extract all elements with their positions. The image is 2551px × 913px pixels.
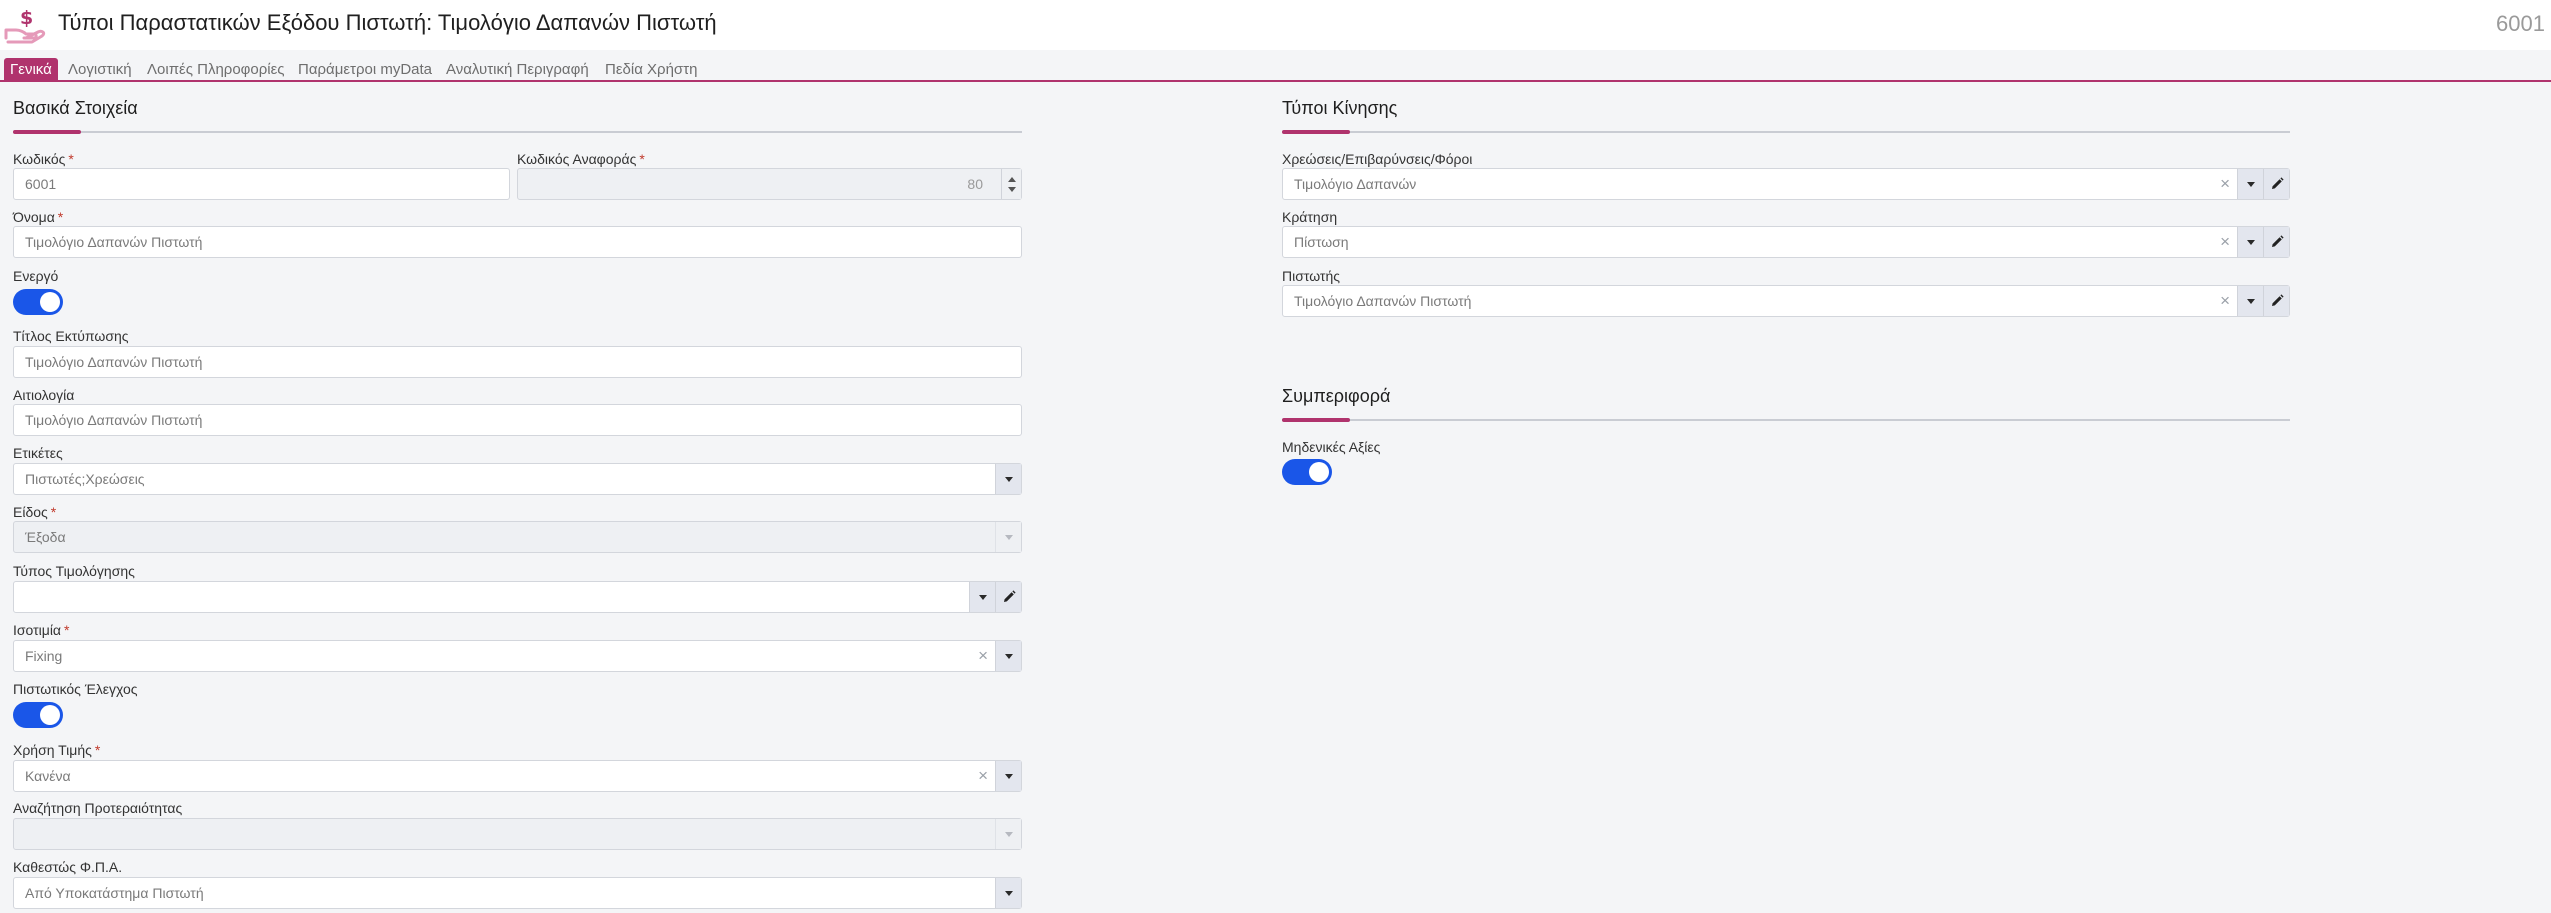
reservation-label: Κράτηση xyxy=(1282,209,1338,225)
ref-code-label: Κωδικός Αναφοράς * xyxy=(517,151,645,167)
tab-bar: Γενικά Λογιστική Λοιπές Πληροφορίες Παρά… xyxy=(0,56,2551,82)
close-icon[interactable]: × xyxy=(2220,286,2230,316)
ref-code-field[interactable]: 80 xyxy=(517,168,1022,200)
kind-select[interactable]: Έξοδα xyxy=(13,521,1022,553)
movement-section-title: Τύποι Κίνησης xyxy=(1282,98,1398,118)
code-label: Κωδικός * xyxy=(13,151,74,167)
vat-status-select[interactable]: Από Υποκατάστημα Πιστωτή xyxy=(13,877,1022,909)
print-title-field[interactable]: Τιμολόγιο Δαπανών Πιστωτή xyxy=(13,346,1022,378)
invoicing-type-select[interactable] xyxy=(13,581,1022,613)
zero-values-toggle[interactable] xyxy=(1282,459,1332,485)
tab-user-fields[interactable]: Πεδία Χρήστη xyxy=(605,58,697,82)
reason-label: Αιτιολογία xyxy=(13,387,75,403)
hand-dollar-icon: $ xyxy=(4,7,46,44)
pencil-icon[interactable] xyxy=(995,582,1021,612)
charges-label: Χρεώσεις/Επιβαρύνσεις/Φόροι xyxy=(1282,151,1473,167)
chevron-down-icon xyxy=(995,522,1021,552)
chevron-down-icon[interactable] xyxy=(969,582,995,612)
charges-select[interactable]: Τιμολόγιο Δαπανών × xyxy=(1282,168,2290,200)
basic-section-title: Βασικά Στοιχεία xyxy=(13,98,138,118)
page-header: $ Τύποι Παραστατικών Εξόδου Πιστωτή: Τιμ… xyxy=(0,0,2551,50)
close-icon[interactable]: × xyxy=(2220,227,2230,257)
chevron-down-icon[interactable] xyxy=(995,464,1021,494)
parity-label: Ισοτιμία * xyxy=(13,622,70,638)
behavior-section-title: Συμπεριφορά xyxy=(1282,386,1391,406)
reason-field[interactable]: Τιμολόγιο Δαπανών Πιστωτή xyxy=(13,404,1022,436)
zero-values-label: Μηδενικές Αξίες xyxy=(1282,439,1381,455)
credit-check-label: Πιστωτικός Έλεγχος xyxy=(13,681,138,697)
tab-accounting[interactable]: Λογιστική xyxy=(68,58,132,82)
basic-section-divider xyxy=(13,130,1022,134)
record-id: 6001 xyxy=(2496,11,2545,36)
invoicing-type-label: Τύπος Τιμολόγησης xyxy=(13,563,135,579)
print-title-label: Τίτλος Εκτύπωσης xyxy=(13,328,129,344)
tags-select[interactable]: Πιστωτές;Χρεώσεις xyxy=(13,463,1022,495)
active-label: Ενεργό xyxy=(13,268,59,284)
chevron-down-icon[interactable] xyxy=(2237,169,2263,199)
vat-status-label: Καθεστώς Φ.Π.Α. xyxy=(13,859,123,875)
tab-other-info[interactable]: Λοιπές Πληροφορίες xyxy=(147,58,285,82)
name-field[interactable]: Τιμολόγιο Δαπανών Πιστωτή xyxy=(13,226,1022,258)
chevron-down-icon[interactable] xyxy=(995,761,1021,791)
priority-search-label: Αναζήτηση Προτεραιότητας xyxy=(13,800,183,816)
movement-section-divider xyxy=(1282,130,2290,134)
page-title: Τύποι Παραστατικών Εξόδου Πιστωτή: Τιμολ… xyxy=(58,10,717,35)
tab-detailed-description[interactable]: Αναλυτική Περιγραφή xyxy=(446,58,589,82)
number-stepper[interactable] xyxy=(1001,169,1021,199)
chevron-down-icon[interactable] xyxy=(995,878,1021,908)
svg-text:$: $ xyxy=(20,7,33,29)
name-label: Όνομα * xyxy=(13,209,64,225)
tab-general[interactable]: Γενικά xyxy=(4,58,58,82)
tags-label: Ετικέτες xyxy=(13,445,63,461)
chevron-down-icon[interactable] xyxy=(2237,286,2263,316)
tab-mydata-parameters[interactable]: Παράμετροι myData xyxy=(298,58,432,82)
behavior-section-divider xyxy=(1282,418,2290,422)
pencil-icon[interactable] xyxy=(2263,286,2289,316)
priority-search-select[interactable] xyxy=(13,818,1022,850)
code-field[interactable]: 6001 xyxy=(13,168,510,200)
chevron-down-icon[interactable] xyxy=(995,641,1021,671)
price-use-select[interactable]: Κανένα × xyxy=(13,760,1022,792)
pencil-icon[interactable] xyxy=(2263,169,2289,199)
parity-select[interactable]: Fixing × xyxy=(13,640,1022,672)
chevron-down-icon[interactable] xyxy=(2237,227,2263,257)
chevron-down-icon xyxy=(995,819,1021,849)
credit-check-toggle[interactable] xyxy=(13,702,63,728)
active-toggle[interactable] xyxy=(13,289,63,315)
pencil-icon[interactable] xyxy=(2263,227,2289,257)
close-icon[interactable]: × xyxy=(978,761,988,791)
creditor-select[interactable]: Τιμολόγιο Δαπανών Πιστωτή × xyxy=(1282,285,2290,317)
close-icon[interactable]: × xyxy=(2220,169,2230,199)
reservation-select[interactable]: Πίστωση × xyxy=(1282,226,2290,258)
kind-label: Είδος * xyxy=(13,504,57,520)
close-icon[interactable]: × xyxy=(978,641,988,671)
price-use-label: Χρήση Τιμής * xyxy=(13,742,101,758)
creditor-label: Πιστωτής xyxy=(1282,268,1340,284)
